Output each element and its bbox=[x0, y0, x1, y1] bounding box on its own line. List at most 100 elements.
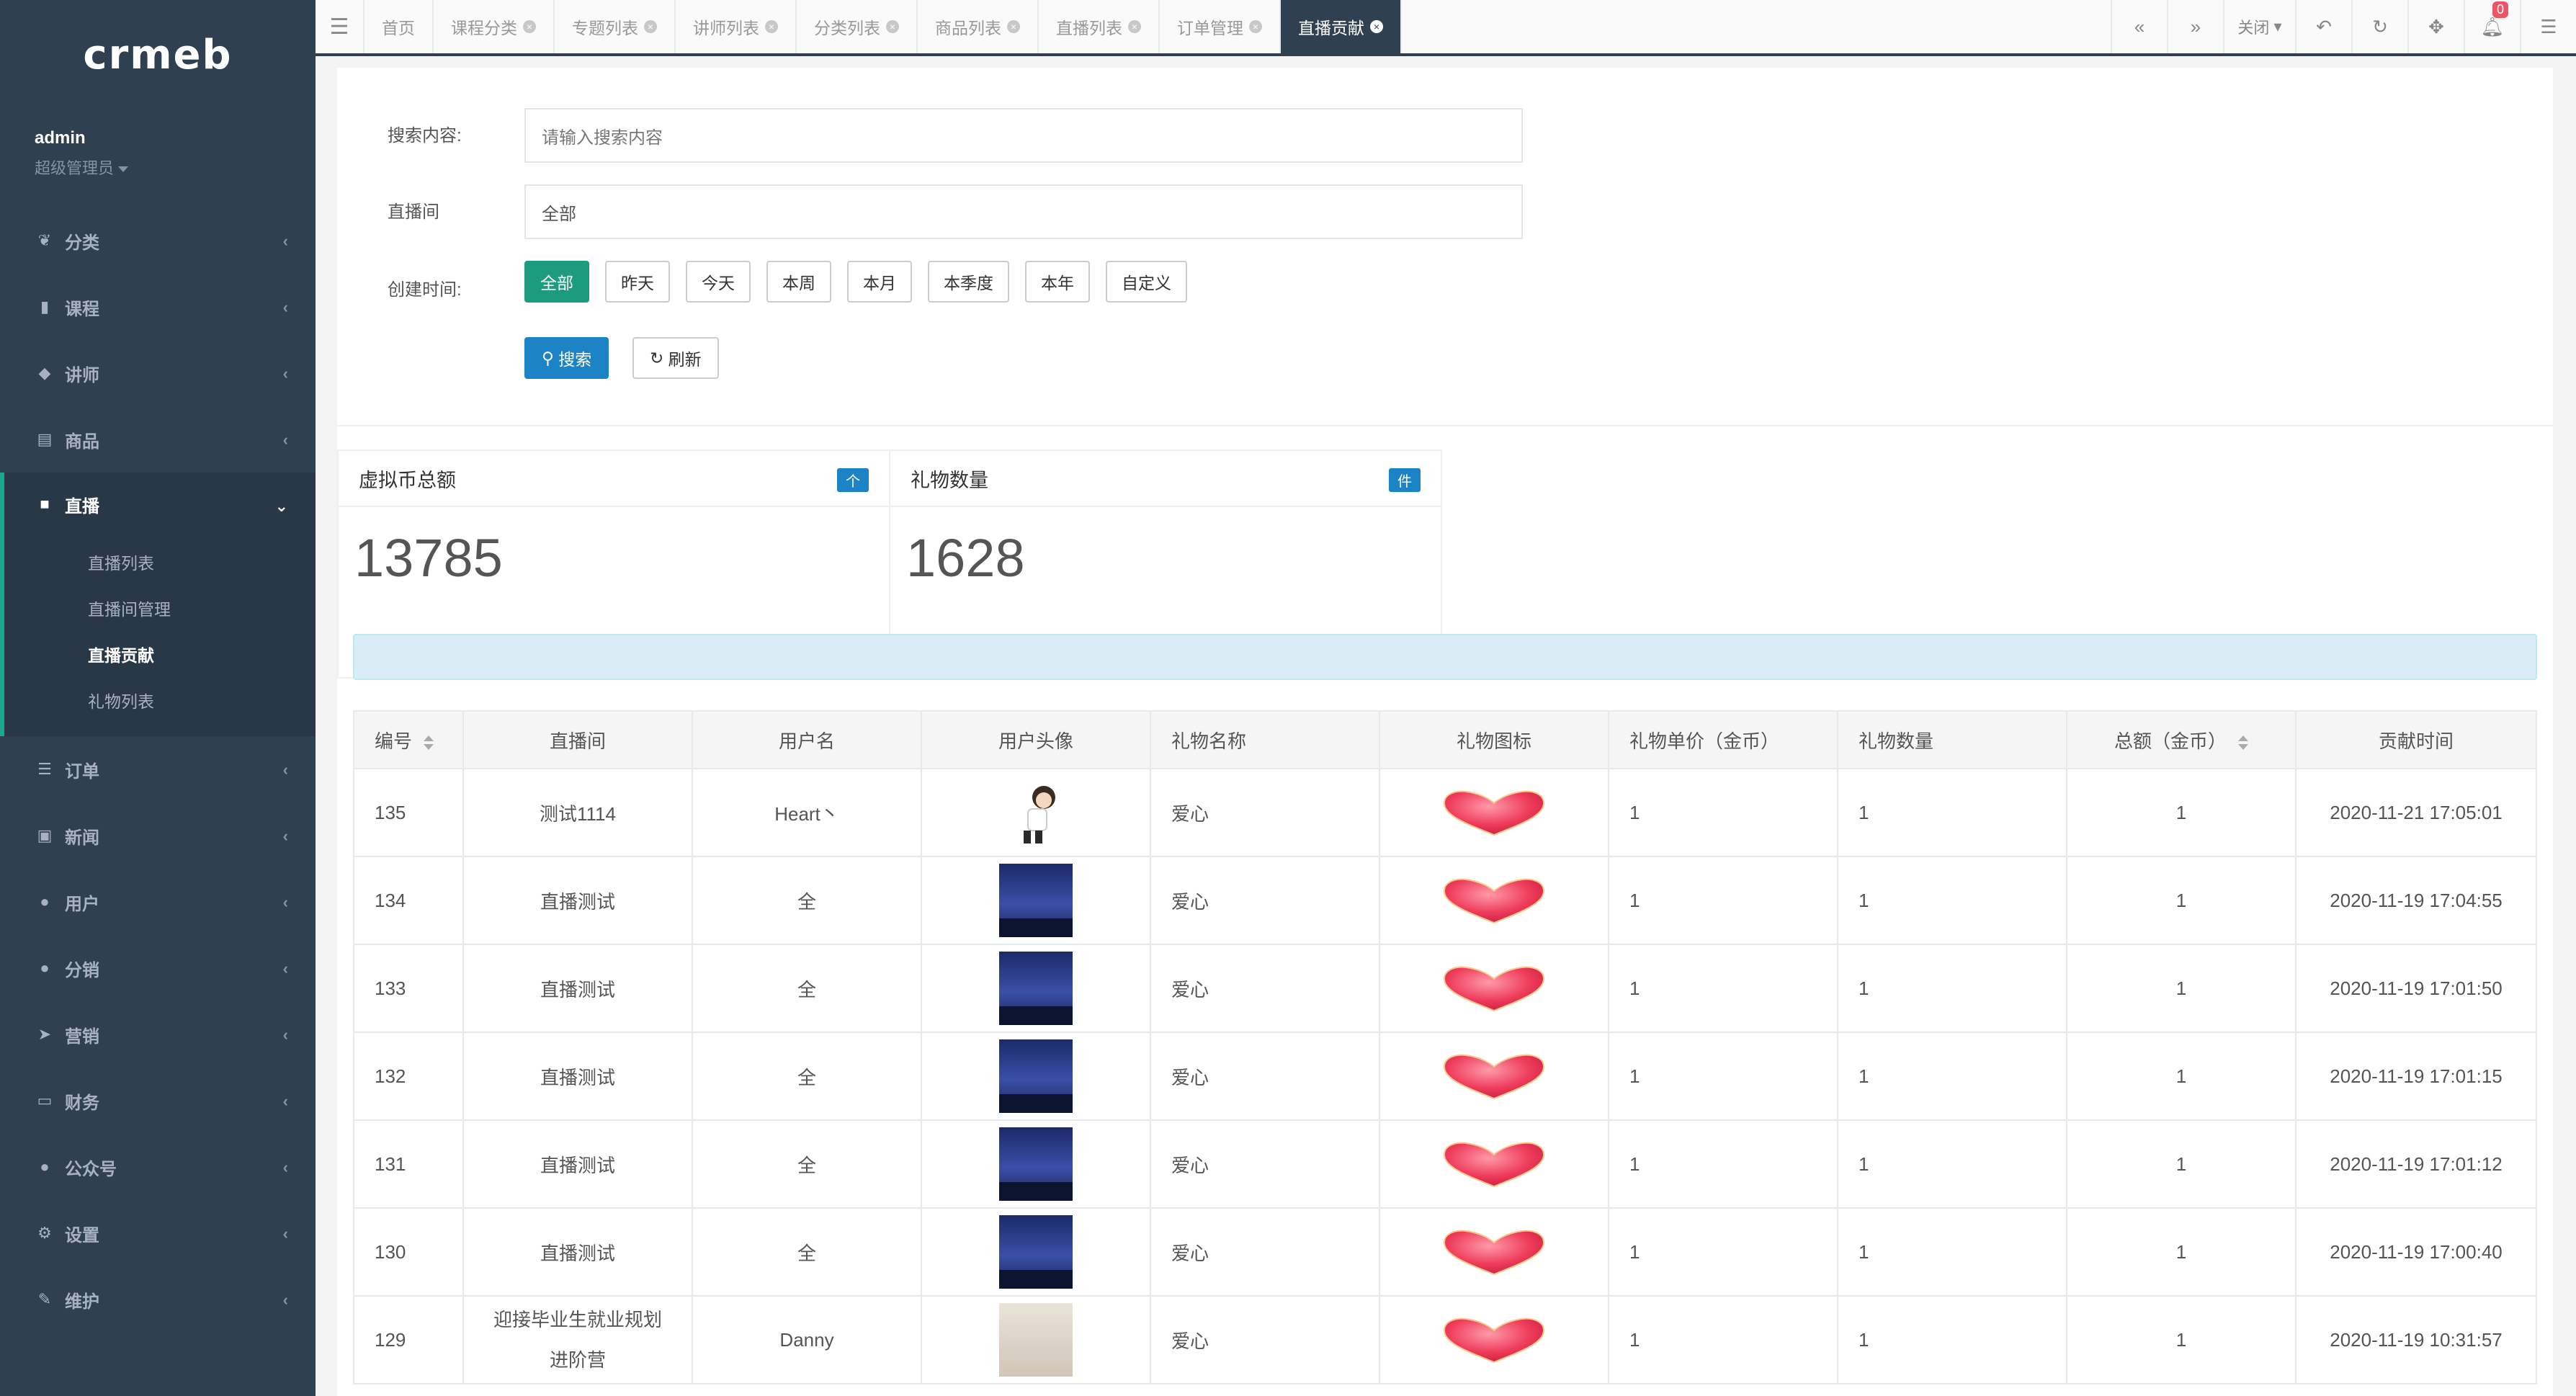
time-custom-button[interactable]: 自定义 bbox=[1106, 261, 1187, 303]
close-tabs-dropdown[interactable]: 关闭 ▾ bbox=[2223, 0, 2295, 53]
header-unit-price: 礼物单价（金币） bbox=[1608, 710, 1838, 769]
close-icon[interactable]: × bbox=[644, 20, 657, 33]
sidebar-item-teacher[interactable]: ◆ 讲师 ‹ bbox=[0, 340, 316, 406]
sort-icon[interactable] bbox=[2238, 735, 2248, 750]
chevron-left-icon: ‹ bbox=[282, 1158, 288, 1176]
close-icon[interactable]: × bbox=[1128, 20, 1141, 33]
menu-toggle-icon[interactable]: ☰ bbox=[316, 0, 365, 53]
time-all-button[interactable]: 全部 bbox=[524, 261, 589, 303]
cell-gift-name: 爱心 bbox=[1150, 1207, 1380, 1297]
tab-live-list[interactable]: 直播列表 × bbox=[1039, 0, 1160, 53]
tab-live-contribution[interactable]: 直播贡献 × bbox=[1281, 0, 1402, 53]
picture-icon: ▣ bbox=[37, 826, 53, 844]
chevron-left-icon: ‹ bbox=[282, 1026, 288, 1044]
table-row: 129 迎接毕业生就业规划进阶营 Danny 爱心 1 1 1 2020-11-19 10:3… bbox=[353, 1295, 2537, 1384]
close-icon[interactable]: × bbox=[523, 20, 536, 33]
tab-topic-list[interactable]: 专题列表 × bbox=[555, 0, 676, 53]
live-room-select[interactable]: 全部 bbox=[524, 184, 1523, 239]
close-icon[interactable]: × bbox=[1249, 20, 1262, 33]
user-avatar bbox=[999, 1303, 1073, 1377]
search-button[interactable]: ⚲ 搜索 bbox=[524, 337, 609, 379]
time-month-button[interactable]: 本月 bbox=[847, 261, 912, 303]
tab-order-manage[interactable]: 订单管理 × bbox=[1160, 0, 1281, 53]
sidebar-item-distribution[interactable]: ● 分销 ‹ bbox=[0, 935, 316, 1001]
sidebar-item-settings[interactable]: ⚙ 设置 ‹ bbox=[0, 1200, 316, 1266]
submenu-live-contribution[interactable]: 直播贡献 bbox=[4, 631, 316, 677]
cell-gift-icon bbox=[1379, 1295, 1609, 1384]
cell-room: 迎接毕业生就业规划进阶营 bbox=[462, 1295, 693, 1384]
close-icon[interactable]: × bbox=[1007, 20, 1020, 33]
submenu-live-room[interactable]: 直播间管理 bbox=[4, 585, 316, 631]
refresh-button[interactable]: ↻ 刷新 bbox=[632, 337, 719, 379]
tab-goods-list[interactable]: 商品列表 × bbox=[918, 0, 1039, 53]
tab-category-list[interactable]: 分类列表 × bbox=[797, 0, 918, 53]
close-icon[interactable]: × bbox=[765, 20, 778, 33]
chevron-left-icon: ‹ bbox=[282, 1291, 288, 1309]
more-menu-icon[interactable]: ☰ bbox=[2520, 0, 2576, 53]
app-logo: crmeb bbox=[83, 32, 233, 79]
user-profile[interactable]: admin 超级管理员 bbox=[35, 128, 129, 179]
cell-avatar bbox=[921, 856, 1151, 945]
book-icon: ▮ bbox=[40, 297, 50, 316]
cell-time: 2020-11-21 17:05:01 bbox=[2295, 768, 2537, 857]
chevron-left-icon: ‹ bbox=[282, 893, 288, 911]
sidebar-item-finance[interactable]: ▭ 财务 ‹ bbox=[0, 1068, 316, 1134]
header-id[interactable]: 编号 bbox=[353, 710, 464, 769]
cell-total: 1 bbox=[2066, 856, 2297, 945]
scroll-right-icon[interactable]: » bbox=[2167, 0, 2223, 53]
sidebar-item-maintenance[interactable]: ✎ 维护 ‹ bbox=[0, 1266, 316, 1333]
header-quantity: 礼物数量 bbox=[1837, 710, 2067, 769]
scroll-left-icon[interactable]: « bbox=[2111, 0, 2167, 53]
close-icon[interactable]: × bbox=[1370, 20, 1383, 33]
sidebar-item-live[interactable]: ■ 直播 ⌄ bbox=[0, 473, 316, 536]
fullscreen-icon[interactable]: ✥ bbox=[2407, 0, 2464, 53]
cell-total: 1 bbox=[2066, 1207, 2297, 1297]
submenu-gift-list[interactable]: 礼物列表 bbox=[4, 677, 316, 723]
cell-id: 132 bbox=[353, 1032, 464, 1121]
tab-home[interactable]: 首页 bbox=[365, 0, 434, 53]
sidebar-item-goods[interactable]: ▤ 商品 ‹ bbox=[0, 406, 316, 473]
sidebar-item-label: 财务 bbox=[65, 1093, 99, 1113]
cell-total: 1 bbox=[2066, 1032, 2297, 1121]
sidebar-item-user[interactable]: ● 用户 ‹ bbox=[0, 869, 316, 935]
search-input[interactable]: 请输入搜索内容 bbox=[524, 108, 1523, 163]
time-week-button[interactable]: 本周 bbox=[766, 261, 831, 303]
chevron-left-icon: ‹ bbox=[282, 1092, 288, 1110]
refresh-icon[interactable]: ↻ bbox=[2351, 0, 2407, 53]
chevron-left-icon: ‹ bbox=[282, 364, 288, 382]
cell-gift-name: 爱心 bbox=[1150, 1295, 1380, 1384]
sidebar-item-marketing[interactable]: ➤ 营销 ‹ bbox=[0, 1001, 316, 1068]
tab-course-category[interactable]: 课程分类 × bbox=[434, 0, 555, 53]
time-quarter-button[interactable]: 本季度 bbox=[928, 261, 1009, 303]
bell-icon[interactable]: 🔔︎ 0 bbox=[2464, 0, 2520, 53]
table-header-row: 编号 直播间 用户名 用户头像 礼物名称 礼物图标 礼物单价（金币） 礼物数量 … bbox=[353, 710, 2537, 769]
back-icon[interactable]: ↶ bbox=[2295, 0, 2351, 53]
sidebar-item-label: 讲师 bbox=[65, 365, 99, 385]
sidebar-item-course[interactable]: ▮ 课程 ‹ bbox=[0, 274, 316, 340]
sidebar-item-wechat[interactable]: ● 公众号 ‹ bbox=[0, 1134, 316, 1200]
sidebar-item-news[interactable]: ▣ 新闻 ‹ bbox=[0, 802, 316, 869]
time-year-button[interactable]: 本年 bbox=[1025, 261, 1090, 303]
cell-id: 130 bbox=[353, 1207, 464, 1297]
profile-role[interactable]: 超级管理员 bbox=[35, 156, 129, 179]
sidebar-item-order[interactable]: ☰ 订单 ‹ bbox=[0, 736, 316, 802]
submenu-live-list[interactable]: 直播列表 bbox=[4, 539, 316, 585]
cell-total: 1 bbox=[2066, 944, 2297, 1033]
time-yesterday-button[interactable]: 昨天 bbox=[605, 261, 670, 303]
sidebar-nav: ❦ 分类 ‹ ▮ 课程 ‹ ◆ 讲师 ‹ ▤ 商品 ‹ ■ 直播 ⌄ 直播列表 直播间管理 直播贡献… bbox=[0, 207, 316, 1333]
cell-gift-icon bbox=[1379, 1119, 1609, 1209]
cell-gift-icon bbox=[1379, 944, 1609, 1033]
sidebar-item-label: 公众号 bbox=[65, 1159, 117, 1179]
cell-avatar bbox=[921, 1207, 1151, 1297]
time-today-button[interactable]: 今天 bbox=[686, 261, 751, 303]
sort-icon[interactable] bbox=[424, 735, 434, 750]
cell-gift-name: 爱心 bbox=[1150, 1032, 1380, 1121]
chevron-left-icon: ‹ bbox=[282, 232, 288, 250]
cell-quantity: 1 bbox=[1837, 768, 2067, 857]
cell-gift-icon bbox=[1379, 1032, 1609, 1121]
close-icon[interactable]: × bbox=[886, 20, 899, 33]
refresh-icon: ↻ bbox=[650, 348, 668, 367]
tab-teacher-list[interactable]: 讲师列表 × bbox=[676, 0, 797, 53]
header-total[interactable]: 总额（金币） bbox=[2066, 710, 2297, 769]
sidebar-item-category[interactable]: ❦ 分类 ‹ bbox=[0, 207, 316, 274]
